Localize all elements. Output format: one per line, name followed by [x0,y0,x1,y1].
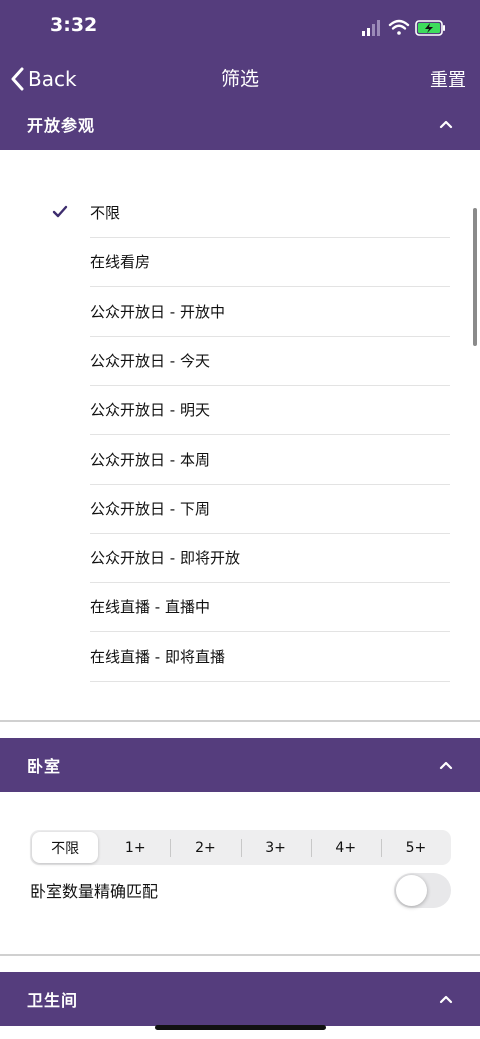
bedroom-count-segmented-control: 不限 1+ 2+ 3+ 4+ 5+ [30,830,451,865]
reset-button[interactable]: 重置 [430,66,466,92]
segment-divider [310,839,312,857]
open-house-option[interactable]: 公众开放日 - 开放中 [90,287,450,337]
open-house-option[interactable]: 公众开放日 - 本周 [90,435,450,485]
page-title: 筛选 [220,68,259,90]
bedroom-segment[interactable]: 4+ [311,830,381,865]
bedroom-segment[interactable]: 3+ [241,830,311,865]
scrollbar[interactable] [473,208,477,346]
status-time: 3:32 [50,14,98,36]
bedroom-segment[interactable]: 5+ [381,830,451,865]
segment-divider [170,839,172,857]
segment-divider [240,839,242,857]
chevron-up-icon [439,120,453,129]
bathrooms-section-title: 卫生间 [27,991,79,1010]
checkmark-icon [52,205,68,218]
open-house-option-label: 公众开放日 - 明天 [90,401,210,420]
open-house-option-label: 公众开放日 - 开放中 [90,302,225,321]
bedroom-segment[interactable]: 1+ [100,830,170,865]
bedroom-segment[interactable]: 2+ [170,830,240,865]
open-house-option[interactable]: 公众开放日 - 下周 [90,484,450,534]
toggle-knob [396,875,427,906]
status-icons [360,16,450,40]
open-house-option[interactable]: 公众开放日 - 明天 [90,385,450,436]
home-indicator [155,1025,326,1030]
bedrooms-section-header[interactable]: 卧室 [0,738,480,792]
open-house-option[interactable]: 公众开放日 - 今天 [90,336,450,386]
battery-icon [415,20,445,36]
open-house-section-header[interactable]: 开放参观 [0,104,480,144]
chevron-up-icon [439,995,453,1004]
back-button[interactable]: Back [10,64,77,94]
chevron-left-icon [11,67,24,91]
open-house-option-label: 公众开放日 - 今天 [90,351,210,370]
open-house-option[interactable]: 在线直播 - 即将直播 [90,632,450,682]
back-label: Back [28,67,77,91]
bedrooms-section-title: 卧室 [27,757,62,776]
bedroom-segment[interactable]: 不限 [32,832,99,863]
open-house-option[interactable]: 在线看房 [90,237,450,288]
open-house-option-label: 公众开放日 - 本周 [90,450,210,469]
bathrooms-section-header[interactable]: 卫生间 [0,972,480,1026]
open-house-option[interactable]: 公众开放日 - 即将开放 [90,533,450,584]
open-house-option-label: 在线直播 - 直播中 [90,598,210,617]
open-house-option[interactable]: 在线直播 - 直播中 [90,582,450,633]
chevron-up-icon [439,761,453,770]
exact-match-label: 卧室数量精确匹配 [30,882,159,901]
signal-icon [362,20,380,36]
wifi-icon [388,19,410,35]
open-house-option-label: 在线看房 [90,253,151,272]
open-house-option-label: 公众开放日 - 下周 [90,499,210,518]
open-house-option[interactable]: 不限 [90,188,450,238]
exact-match-toggle[interactable] [394,873,451,908]
segment-divider [380,839,382,857]
open-house-option-label: 不限 [90,204,121,222]
open-house-option-label: 公众开放日 - 即将开放 [90,549,240,568]
open-house-option-label: 在线直播 - 即将直播 [90,647,225,666]
open-house-section-title: 开放参观 [27,116,96,135]
